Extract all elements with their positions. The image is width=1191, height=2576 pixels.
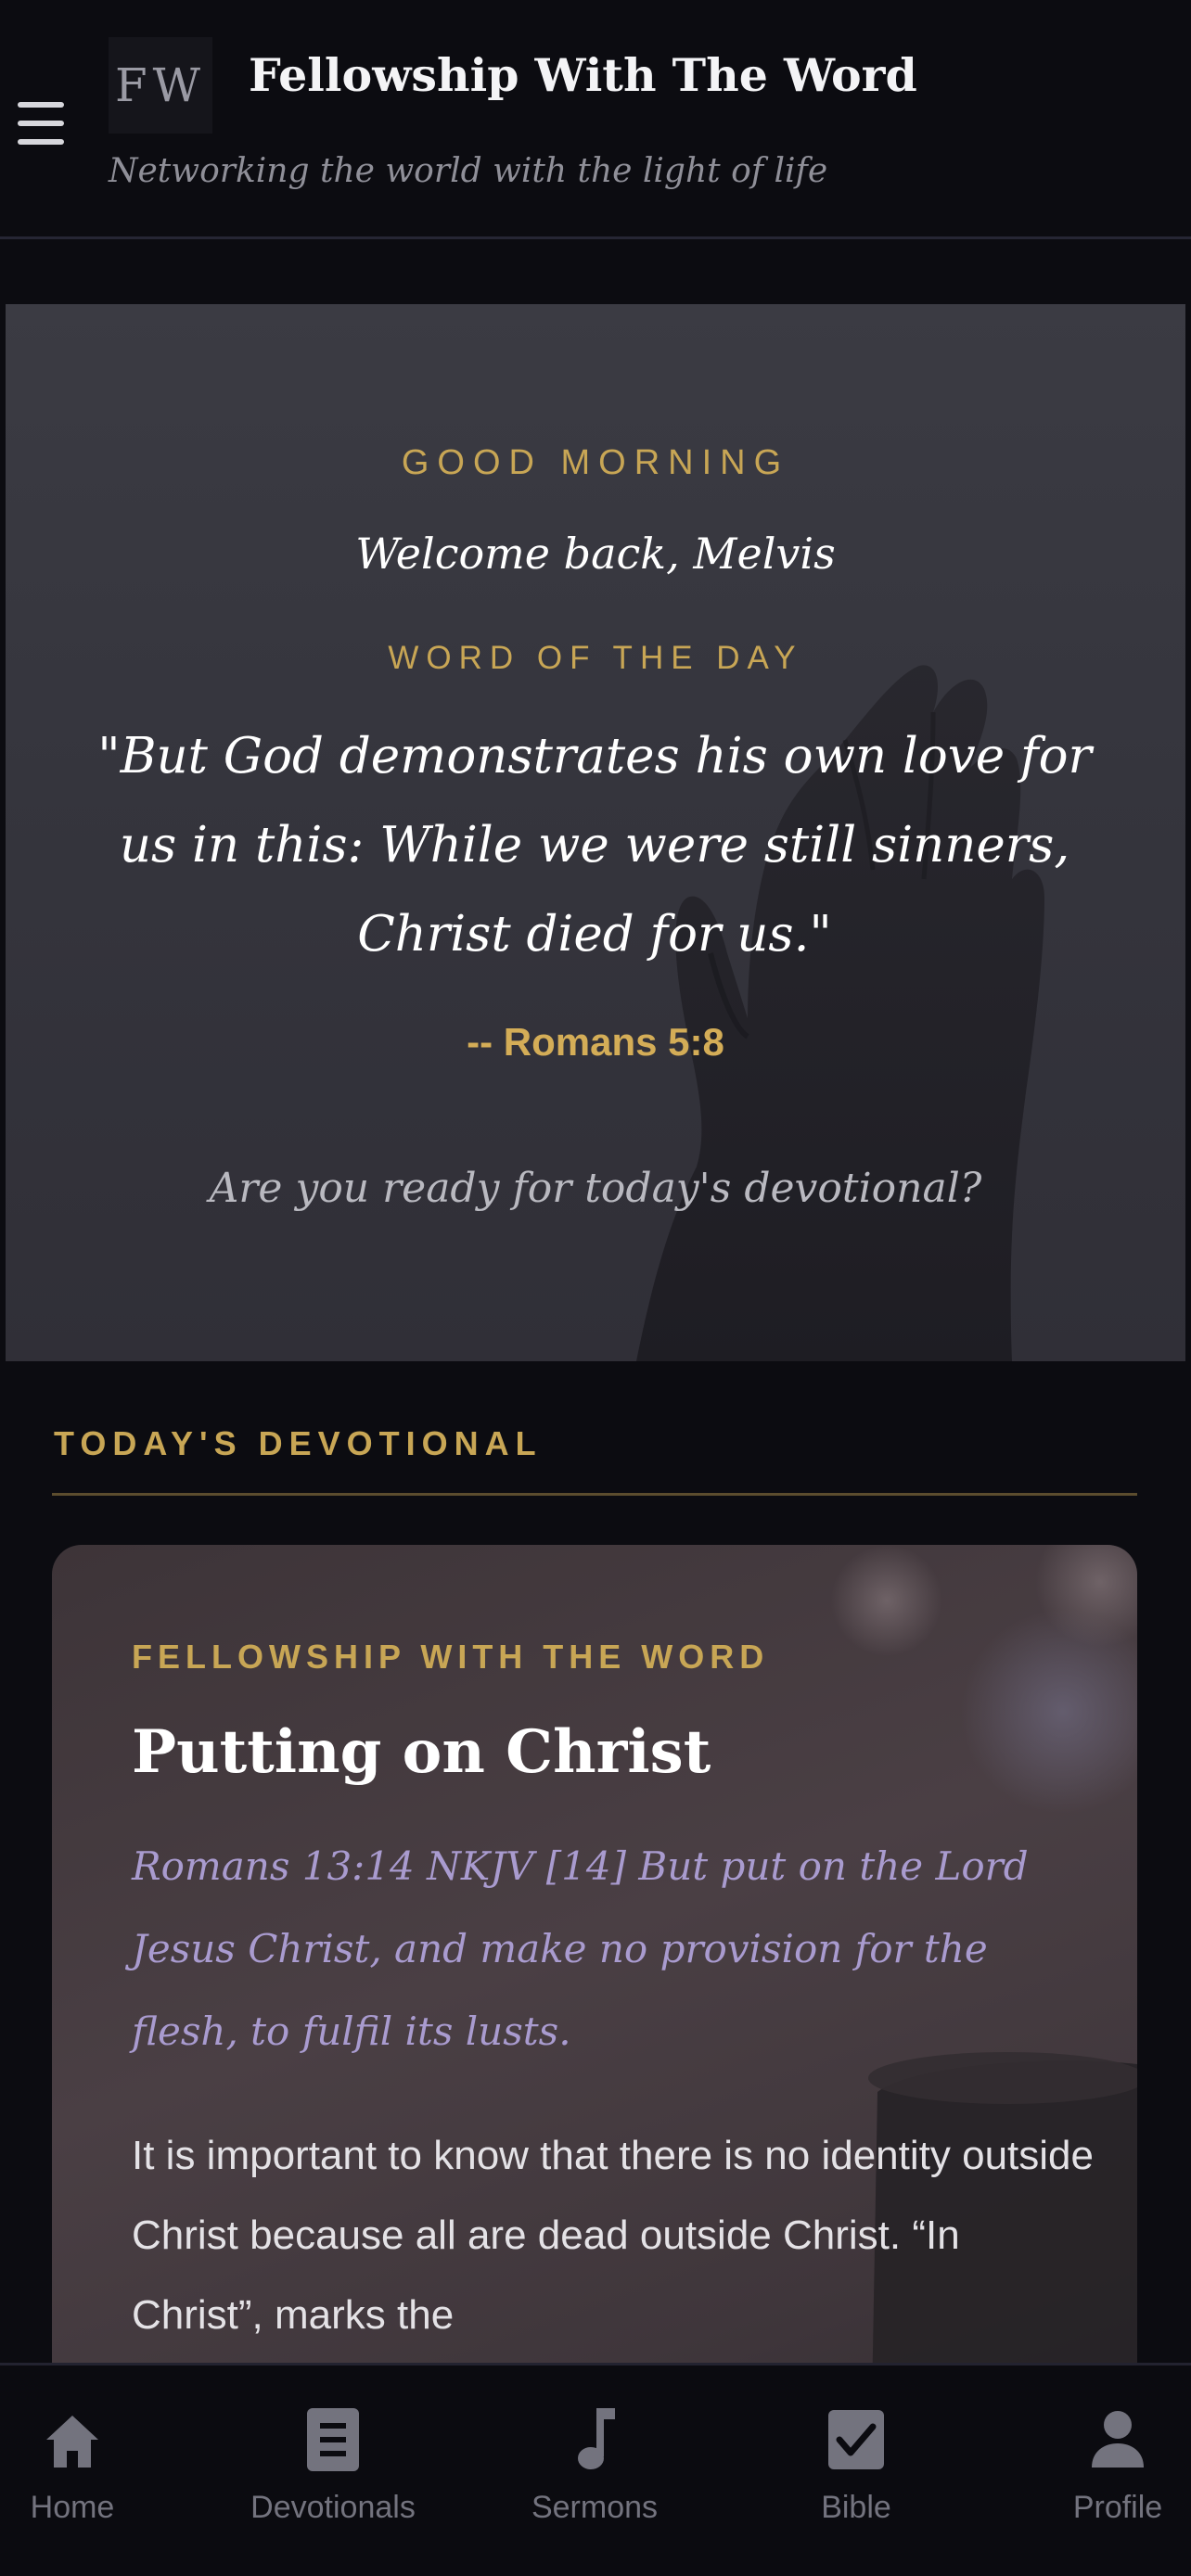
- app-header: FW Fellowship With The Word Networking t…: [0, 0, 1191, 239]
- card-kicker: FELLOWSHIP WITH THE WORD: [132, 1638, 770, 1676]
- welcome-message: Welcome back, Melvis: [355, 529, 836, 579]
- section-divider: [52, 1493, 1137, 1496]
- person-icon: [1092, 2411, 1144, 2468]
- devotional-prompt: Are you ready for today's devotional?: [209, 1165, 982, 1212]
- app-screen: FW Fellowship With The Word Networking t…: [0, 0, 1191, 2576]
- nav-label-devotionals: Devotionals: [250, 2490, 416, 2525]
- devotional-excerpt: It is important to know that there is no…: [132, 2133, 1094, 2338]
- nav-label-sermons: Sermons: [531, 2490, 659, 2525]
- nav-item-devotionals[interactable]: Devotionals: [240, 2366, 426, 2576]
- hamburger-menu-icon[interactable]: [13, 98, 69, 148]
- nav-item-profile[interactable]: Profile: [1025, 2366, 1191, 2576]
- nav-label-bible: Bible: [821, 2490, 891, 2525]
- app-logo[interactable]: FW: [109, 37, 212, 134]
- app-tagline: Networking the world with the light of l…: [109, 152, 828, 190]
- word-of-the-day-hero: GOOD MORNING Welcome back, Melvis WORD O…: [6, 304, 1185, 1361]
- app-title: Fellowship With The Word: [249, 48, 917, 102]
- hero-content: GOOD MORNING Welcome back, Melvis WORD O…: [6, 304, 1185, 1361]
- checkbox-icon: [828, 2410, 884, 2469]
- nav-label-profile: Profile: [1072, 2490, 1163, 2525]
- bottom-navigation: Home Devotionals Sermons Bible Profile: [0, 2363, 1191, 2576]
- section-title: TODAY'S DEVOTIONAL: [54, 1424, 543, 1462]
- greeting-label: GOOD MORNING: [401, 443, 790, 482]
- verse-reference: -- Romans 5:8: [467, 1020, 724, 1064]
- home-icon: [46, 2416, 98, 2468]
- music-note-icon: [578, 2408, 615, 2469]
- word-of-the-day-label: WORD OF THE DAY: [388, 640, 803, 676]
- nav-item-home[interactable]: Home: [0, 2366, 165, 2576]
- devotional-title: Putting on Christ: [132, 1717, 711, 1787]
- devotional-scripture: Romans 13:14 NKJV [14] But put on the Lo…: [132, 1843, 1029, 2054]
- book-icon: [307, 2408, 359, 2471]
- nav-label-home: Home: [30, 2490, 115, 2525]
- nav-item-bible[interactable]: Bible: [763, 2366, 949, 2576]
- verse-text: "But God demonstrates his own love for u…: [97, 728, 1092, 963]
- nav-item-sermons[interactable]: Sermons: [502, 2366, 687, 2576]
